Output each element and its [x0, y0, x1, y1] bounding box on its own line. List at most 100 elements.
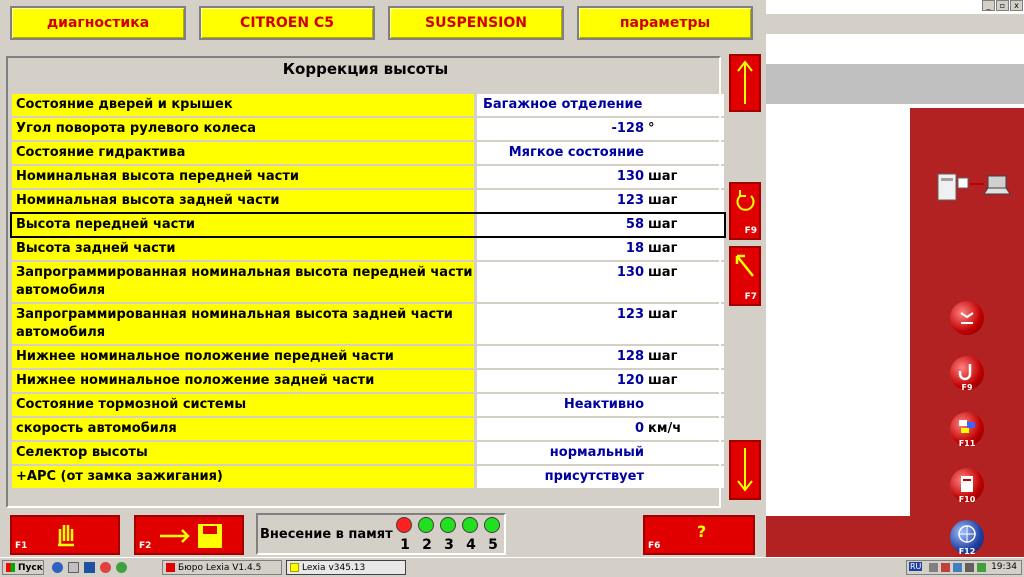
parameter-row[interactable]: Состояние гидрактива Мягкое состояние	[12, 142, 724, 164]
right-red-footer	[766, 516, 1024, 560]
value-unit: °	[648, 121, 655, 136]
value-text: Неактивно	[563, 397, 644, 412]
parameter-row[interactable]: Селектор высоты нормальный	[12, 442, 724, 464]
parameter-label: +APC (от замка зажигания)	[12, 466, 474, 488]
scroll-up-button[interactable]	[729, 54, 761, 112]
value-unit: шаг	[648, 241, 678, 256]
parameter-value: 58 шаг	[477, 214, 724, 236]
windows-logo-icon	[6, 563, 15, 572]
right-f11-button[interactable]: F11	[950, 412, 984, 448]
tray-icon-1[interactable]	[929, 563, 938, 572]
f2-save-button[interactable]: F2	[134, 515, 244, 555]
parameter-row[interactable]: Запрограммированная номинальная высота п…	[12, 262, 724, 302]
help-icon: ?	[697, 522, 707, 541]
parameter-row[interactable]: Угол поворота рулевого колеса -128 °	[12, 118, 724, 140]
nav-parameters[interactable]: параметры	[577, 6, 753, 40]
lexia-bureau-icon	[166, 563, 175, 572]
nav-diagnostics[interactable]: диагностика	[10, 6, 186, 40]
memory-led	[396, 517, 412, 533]
value-unit: шаг	[648, 349, 678, 364]
value-text: нормальный	[549, 445, 644, 460]
ecu-connection-icon	[934, 168, 1014, 208]
tray-icon-4[interactable]	[977, 563, 986, 572]
undo-icon	[736, 190, 755, 211]
arrow-up-icon	[737, 60, 753, 104]
parameter-label: Угол поворота рулевого колеса	[12, 118, 474, 140]
disk-icon[interactable]	[84, 562, 95, 573]
tray-icon-2[interactable]	[941, 563, 950, 572]
parameter-label: Состояние тормозной системы	[12, 394, 474, 416]
f1-button[interactable]: F1	[10, 515, 120, 555]
right-f10-button[interactable]: F10	[950, 468, 984, 504]
start-button[interactable]: Пуск	[2, 560, 44, 575]
parameter-row[interactable]: скорость автомобиля 0 км/ч	[12, 418, 724, 440]
quick-launch	[50, 561, 158, 574]
parameter-value: Неактивно	[477, 394, 724, 416]
parameter-label: Запрограммированная номинальная высота з…	[12, 304, 474, 344]
task-lexia[interactable]: Lexia v345.13	[286, 560, 406, 575]
value-number: 130	[616, 265, 644, 280]
right-pane	[766, 0, 1024, 560]
back-button[interactable]: F7	[729, 246, 761, 306]
value-number: 58	[625, 217, 644, 232]
language-indicator[interactable]: RU	[909, 562, 923, 571]
parameter-row[interactable]: Номинальная высота задней части 123 шаг	[12, 190, 724, 212]
right-f12-button[interactable]: F12	[950, 520, 984, 556]
value-number: 130	[616, 169, 644, 184]
memory-led	[418, 517, 434, 533]
parameter-value: 120 шаг	[477, 370, 724, 392]
parameter-row[interactable]: Номинальная высота передней части 130 шаг	[12, 166, 724, 188]
parameter-label: Высота задней части	[12, 238, 474, 260]
restore-button[interactable]: ▫	[996, 0, 1009, 11]
parameter-value: -128 °	[477, 118, 724, 140]
undo-button[interactable]: F9	[729, 182, 761, 240]
parameter-value: 130 шаг	[477, 262, 724, 302]
hand-icon	[58, 525, 74, 547]
scroll-down-button[interactable]	[729, 440, 761, 500]
right-f9-button[interactable]: F9	[950, 356, 984, 392]
parameter-row[interactable]: +APC (от замка зажигания) присутствует	[12, 466, 724, 488]
parameter-value: 130 шаг	[477, 166, 724, 188]
parameter-row[interactable]: Запрограммированная номинальная высота з…	[12, 304, 724, 344]
memory-led-number: 2	[422, 537, 432, 553]
value-number: 120	[616, 373, 644, 388]
close-button[interactable]: x	[1010, 0, 1023, 11]
right-clear-button[interactable]	[950, 301, 984, 335]
parameter-label: Селектор высоты	[12, 442, 474, 464]
value-number: 128	[616, 349, 644, 364]
parameter-value: нормальный	[477, 442, 724, 464]
value-number: 123	[616, 307, 644, 322]
parameter-value: 123 шаг	[477, 304, 724, 344]
tray-icon-3[interactable]	[953, 563, 962, 572]
memory-label: Внесение в памят	[260, 527, 393, 542]
right-toolbar-strip	[766, 14, 1024, 34]
value-unit: км/ч	[648, 421, 682, 436]
explorer-icon[interactable]	[68, 562, 79, 573]
task-lexia-bureau[interactable]: Бюро Lexia V1.4.5	[162, 560, 282, 575]
nav-vehicle[interactable]: CITROEN C5	[199, 6, 375, 40]
nav-system[interactable]: SUSPENSION	[388, 6, 564, 40]
help-button[interactable]: ? F6	[643, 515, 755, 555]
parameter-label: Номинальная высота передней части	[12, 166, 474, 188]
clear-icon	[960, 312, 974, 324]
parameter-row[interactable]: Нижнее номинальное положение передней ча…	[12, 346, 724, 368]
parameter-row[interactable]: Состояние дверей и крышек Багажное отделе…	[12, 94, 724, 116]
minimize-button[interactable]: _	[982, 0, 995, 11]
browser-icon[interactable]	[52, 562, 63, 573]
value-text: присутствует	[544, 469, 644, 484]
window-controls: _ ▫ x	[982, 0, 1024, 12]
parameter-row[interactable]: Нижнее номинальное положение задней част…	[12, 370, 724, 392]
value-unit: шаг	[648, 307, 678, 322]
app-icon[interactable]	[116, 562, 127, 573]
volume-icon[interactable]	[965, 563, 974, 572]
memory-led	[440, 517, 456, 533]
parameter-label: Высота передней части	[12, 214, 474, 236]
parameter-value: Мягкое состояние	[477, 142, 724, 164]
value-text: Мягкое состояние	[508, 145, 644, 160]
parameter-row[interactable]: Высота задней части 18 шаг	[12, 238, 724, 260]
parameter-row[interactable]: Высота передней части 58 шаг	[10, 212, 726, 238]
value-number: -128	[611, 121, 644, 136]
parameter-label: скорость автомобиля	[12, 418, 474, 440]
parameter-row[interactable]: Состояние тормозной системы Неактивно	[12, 394, 724, 416]
media-icon[interactable]	[100, 562, 111, 573]
